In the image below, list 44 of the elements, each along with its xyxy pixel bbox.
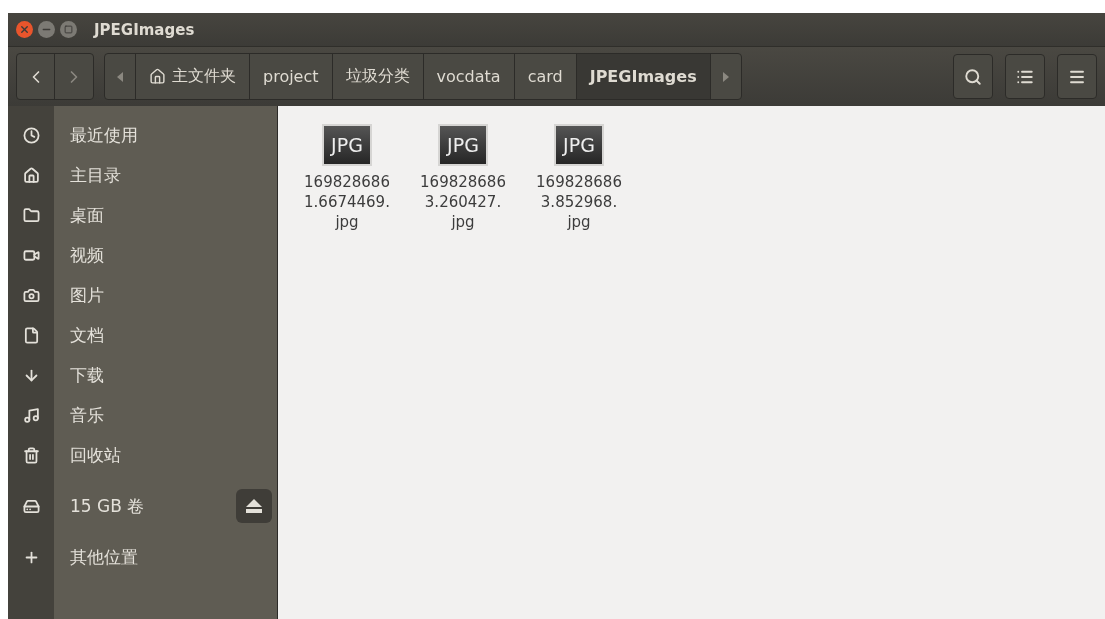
file-name[interactable]: 169828686 1.6674469. jpg <box>304 172 390 232</box>
close-button[interactable] <box>16 21 33 38</box>
music-icon <box>22 406 40 424</box>
sidebar-item[interactable]: 15 GB 卷 <box>70 494 236 518</box>
trash-icon <box>22 446 40 464</box>
search-button[interactable] <box>953 54 993 99</box>
maximize-button[interactable] <box>60 21 77 38</box>
window-title: JPEGImages <box>94 20 195 39</box>
camera-icon <box>22 286 40 304</box>
menu-button[interactable] <box>1057 54 1097 99</box>
sidebar-item[interactable]: 文档 <box>70 323 277 347</box>
sidebar-item[interactable]: 音乐 <box>70 403 277 427</box>
home-icon <box>22 166 40 184</box>
drive-icon <box>22 497 40 515</box>
jpg-file-icon[interactable]: JPG <box>554 124 604 166</box>
sidebar-item[interactable]: 回收站 <box>70 443 277 467</box>
file-name[interactable]: 169828686 3.260427. jpg <box>420 172 506 232</box>
sidebar-item[interactable]: 其他位置 <box>70 545 277 569</box>
file-name[interactable]: 169828686 3.852968. jpg <box>536 172 622 232</box>
sidebar-item[interactable]: 下载 <box>70 363 277 387</box>
sidebar-item[interactable]: 桌面 <box>70 203 277 227</box>
path-crumb[interactable]: 垃圾分类 <box>332 54 424 99</box>
search-icon <box>964 67 982 86</box>
document-icon <box>22 326 40 344</box>
view-button[interactable] <box>1005 54 1045 99</box>
path-crumb[interactable]: 主文件夹 <box>136 54 250 99</box>
sidebar-item[interactable]: 最近使用 <box>70 123 277 147</box>
close-icon <box>19 24 30 35</box>
path-crumb[interactable]: vocdata <box>423 54 515 99</box>
sidebar-item[interactable]: 图片 <box>70 283 277 307</box>
eject-button[interactable] <box>236 489 272 523</box>
path-crumb[interactable]: project <box>250 54 333 99</box>
path-crumb[interactable]: JPEGImages <box>576 54 711 99</box>
jpg-file-icon[interactable]: JPG <box>438 124 488 166</box>
maximize-icon <box>64 25 73 34</box>
home-icon <box>149 68 166 85</box>
sidebar-item[interactable]: 视频 <box>70 243 277 267</box>
jpg-file-icon[interactable]: JPG <box>322 124 372 166</box>
clock-icon <box>22 126 40 144</box>
folder-icon <box>22 206 40 224</box>
sidebar-item[interactable]: 主目录 <box>70 163 277 187</box>
path-crumb[interactable]: card <box>514 54 577 99</box>
minimize-button[interactable] <box>38 21 55 38</box>
eject-icon <box>246 499 262 513</box>
